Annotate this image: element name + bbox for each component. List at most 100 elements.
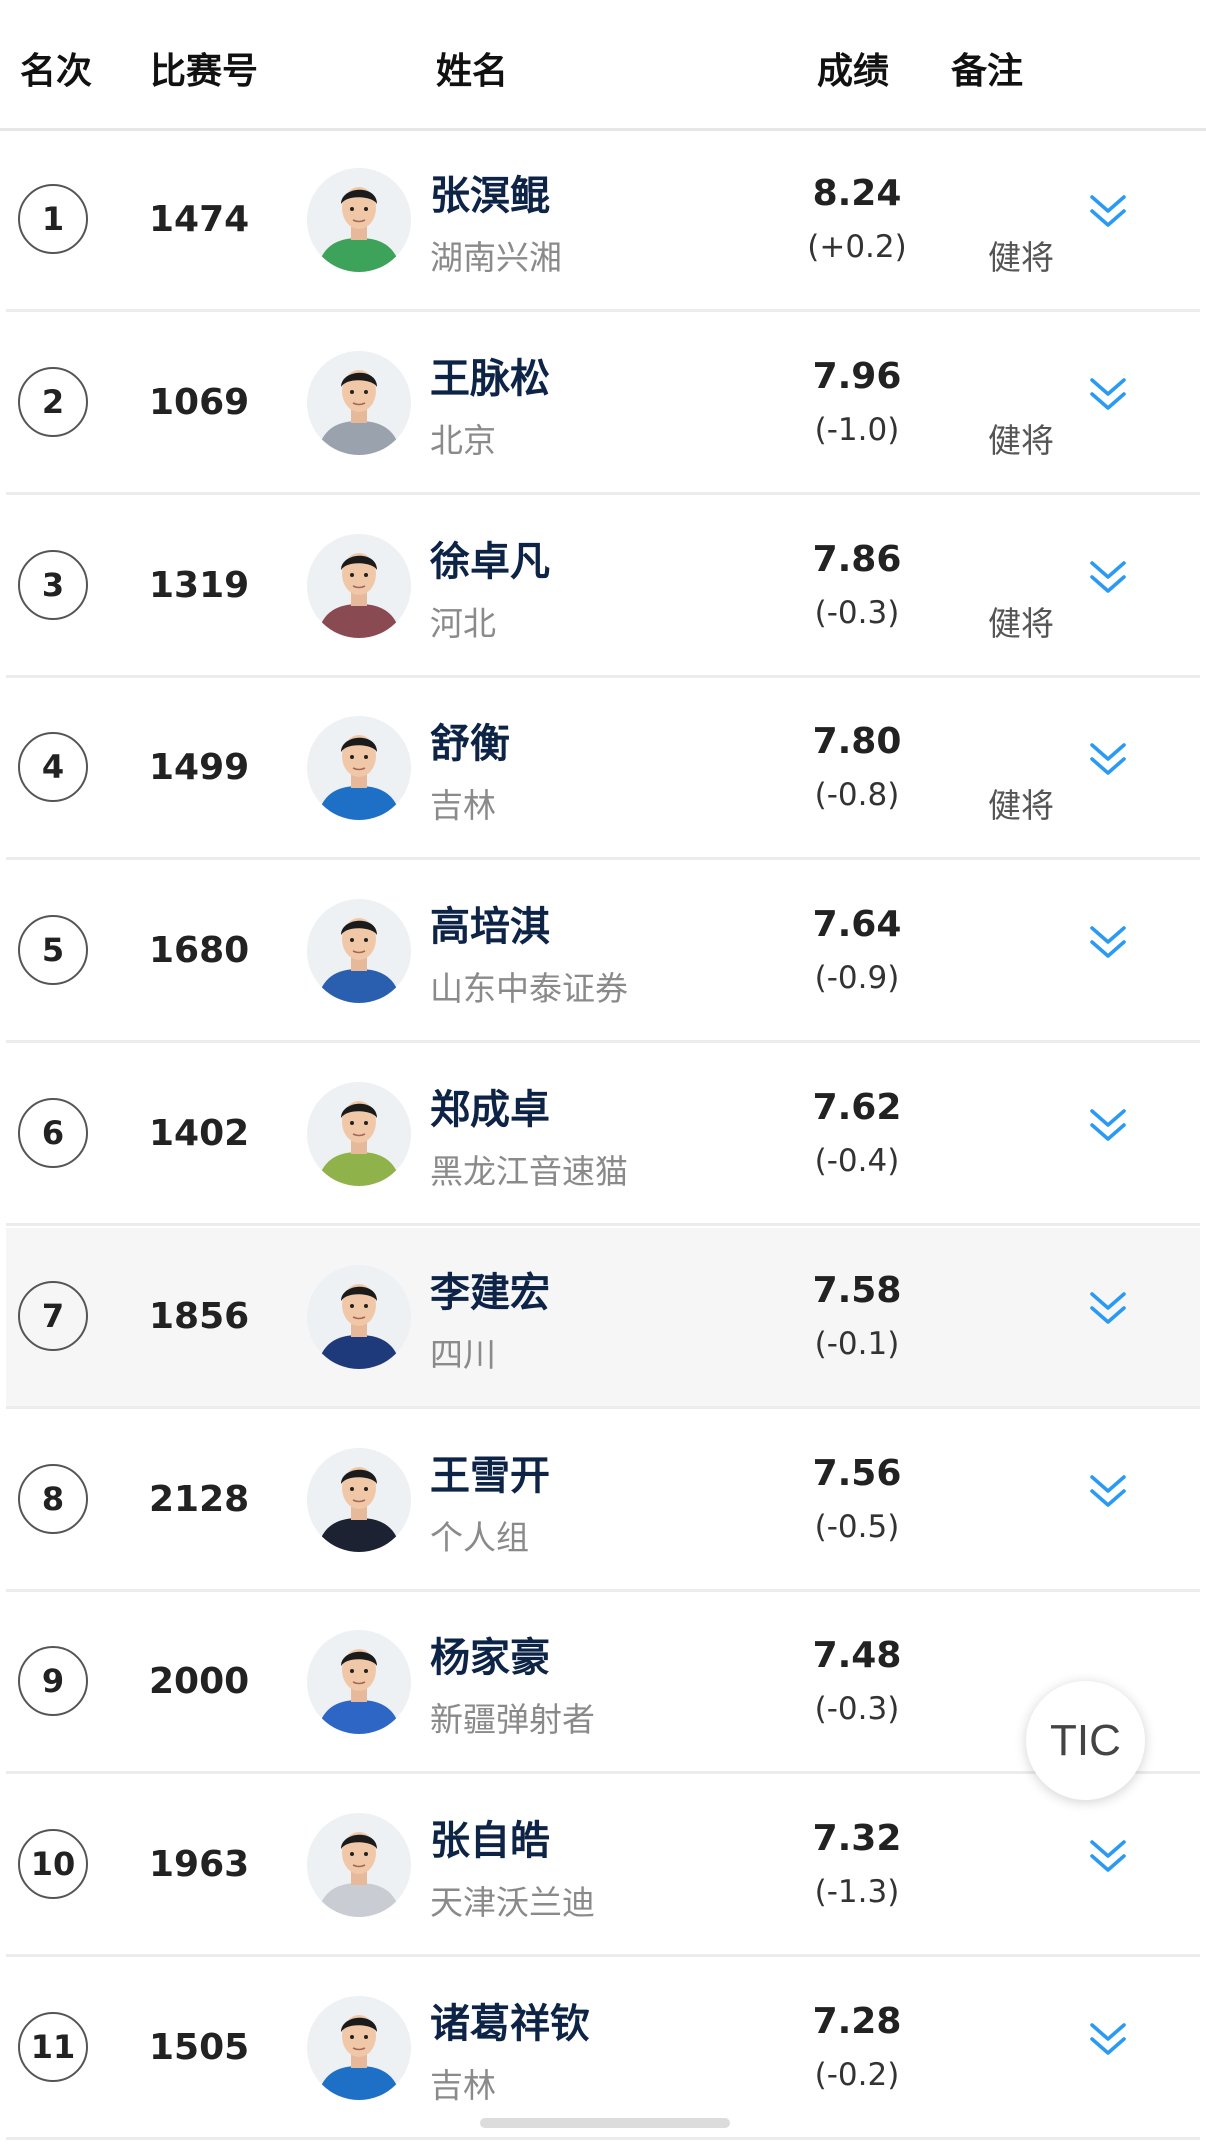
tic-floating-button[interactable]: TIC xyxy=(1026,1681,1145,1800)
table-row[interactable]: 5 1680 高培淇山东中泰证券 7.64 (-0.9) xyxy=(6,862,1200,1043)
expand-chevron-icon[interactable] xyxy=(1087,374,1129,416)
athlete-avatar xyxy=(307,899,411,1003)
athlete-name[interactable]: 郑成卓 xyxy=(430,1077,550,1135)
expand-chevron-icon[interactable] xyxy=(1087,1471,1129,1513)
athlete-team: 天津沃兰迪 xyxy=(430,1883,595,1922)
bib-number: 2128 xyxy=(149,1479,250,1520)
table-row[interactable]: 6 1402 郑成卓 黑龙江音速猫 7.62 (-0.4) xyxy=(6,1045,1200,1226)
athlete-team: 北京 xyxy=(430,421,496,460)
result-value: 8.24 xyxy=(812,173,902,214)
athlete-avatar xyxy=(307,168,411,272)
result-value: 7.48 xyxy=(812,1635,902,1676)
wind-reading: (-0.9) xyxy=(814,960,900,996)
bib-number: 1474 xyxy=(149,199,250,240)
header-rank: 名次 xyxy=(20,51,93,92)
expand-chevron-icon[interactable] xyxy=(1087,191,1129,233)
header-name: 姓名 xyxy=(436,51,509,92)
table-row[interactable]: 8 2128 王雪开个人组 7.56 (-0.5) xyxy=(6,1411,1200,1592)
rank-badge: 5 xyxy=(18,915,88,985)
table-row[interactable]: 2 1069 王脉松北京 7.96 (-1.0) 健将 xyxy=(6,314,1200,495)
athlete-avatar xyxy=(307,1448,411,1552)
athlete-avatar xyxy=(307,351,411,455)
athlete-avatar xyxy=(307,716,411,820)
rank-badge: 4 xyxy=(18,732,88,802)
bib-number: 1069 xyxy=(149,382,250,423)
athlete-team: 个人组 xyxy=(430,1518,529,1557)
athlete-team: 河北 xyxy=(430,604,496,643)
header-result: 成绩 xyxy=(817,51,890,92)
expand-chevron-icon[interactable] xyxy=(1087,739,1129,781)
result-value: 7.80 xyxy=(812,721,902,762)
wind-reading: (-0.2) xyxy=(814,2057,900,2093)
remark-label: 健将 xyxy=(988,786,1054,825)
wind-reading: (+0.2) xyxy=(807,229,907,265)
result-value: 7.62 xyxy=(812,1087,902,1128)
result-value: 7.56 xyxy=(812,1453,902,1494)
table-header: 名次 比赛号 姓名 成绩 备注 xyxy=(0,0,1206,131)
wind-reading: (-0.8) xyxy=(814,777,900,813)
home-indicator xyxy=(480,2118,730,2128)
expand-chevron-icon[interactable] xyxy=(1087,1288,1129,1330)
athlete-name[interactable]: 王脉松 xyxy=(430,346,550,404)
table-row[interactable]: 1 1474 张溟鲲湖南兴湘 8.24 (+0.2) 健将 xyxy=(6,131,1200,312)
athlete-team: 湖南兴湘 xyxy=(430,238,562,277)
athlete-name[interactable]: 张自皓 xyxy=(430,1808,550,1866)
expand-chevron-icon[interactable] xyxy=(1087,2019,1129,2061)
header-bib: 比赛号 xyxy=(150,51,259,92)
table-row[interactable]: 7 1856 李建宏四川 7.58 (-0.1) xyxy=(6,1228,1200,1409)
result-value: 7.64 xyxy=(812,904,902,945)
athlete-team: 山东中泰证券 xyxy=(430,969,628,1008)
athlete-team: 吉林 xyxy=(430,2066,496,2105)
rank-badge: 6 xyxy=(18,1098,88,1168)
bib-number: 1856 xyxy=(149,1296,250,1337)
athlete-avatar xyxy=(307,1630,411,1734)
result-value: 7.28 xyxy=(812,2001,902,2042)
athlete-avatar xyxy=(307,1996,411,2100)
wind-reading: (-1.0) xyxy=(814,412,900,448)
rank-badge: 7 xyxy=(18,1281,88,1351)
table-row[interactable]: 9 2000 杨家豪新疆弹射者 7.48 (-0.3) xyxy=(6,1593,1200,1774)
remark-label: 健将 xyxy=(988,238,1054,277)
bib-number: 1505 xyxy=(149,2027,250,2068)
bib-number: 1319 xyxy=(149,565,250,606)
athlete-team: 四川 xyxy=(430,1335,496,1374)
rank-badge: 2 xyxy=(18,367,88,437)
table-row[interactable]: 4 1499 舒衡 吉林 7.80 (-0.8) 健将 xyxy=(6,679,1200,860)
athlete-name[interactable]: 徐卓凡 xyxy=(430,529,550,587)
result-value: 7.86 xyxy=(812,539,902,580)
expand-chevron-icon[interactable] xyxy=(1087,1836,1129,1878)
table-row[interactable]: 3 1319 徐卓凡 河北 7.86 (-0.3) 健将 xyxy=(6,497,1200,678)
athlete-avatar xyxy=(307,1265,411,1369)
athlete-name[interactable]: 王雪开 xyxy=(430,1443,550,1501)
athlete-name[interactable]: 杨家豪 xyxy=(430,1625,550,1683)
table-row[interactable]: 11 1505 诸葛祥钦 吉林 7.28 (-0.2) xyxy=(6,1959,1200,2140)
wind-reading: (-1.3) xyxy=(814,1874,900,1910)
bib-number: 1963 xyxy=(149,1844,250,1885)
bib-number: 2000 xyxy=(149,1661,250,1702)
athlete-name[interactable]: 张溟鲲 xyxy=(430,163,550,221)
athlete-name[interactable]: 李建宏 xyxy=(430,1260,550,1318)
expand-chevron-icon[interactable] xyxy=(1087,922,1129,964)
athlete-name[interactable]: 舒衡 xyxy=(430,711,510,769)
expand-chevron-icon[interactable] xyxy=(1087,557,1129,599)
header-remark: 备注 xyxy=(951,51,1024,92)
wind-reading: (-0.4) xyxy=(814,1143,900,1179)
result-value: 7.58 xyxy=(812,1270,902,1311)
rank-badge: 1 xyxy=(18,184,88,254)
result-value: 7.96 xyxy=(812,356,902,397)
athlete-name[interactable]: 高培淇 xyxy=(430,894,550,952)
expand-chevron-icon[interactable] xyxy=(1087,1105,1129,1147)
wind-reading: (-0.5) xyxy=(814,1509,900,1545)
athlete-team: 黑龙江音速猫 xyxy=(430,1152,628,1191)
table-row[interactable]: 10 1963 张自皓 天津沃兰迪 7.32 (-1.3) xyxy=(6,1776,1200,1957)
athlete-name[interactable]: 诸葛祥钦 xyxy=(430,1991,590,2049)
result-value: 7.32 xyxy=(812,1818,902,1859)
bib-number: 1499 xyxy=(149,747,250,788)
wind-reading: (-0.3) xyxy=(814,1691,900,1727)
rank-badge: 8 xyxy=(18,1464,88,1534)
remark-label: 健将 xyxy=(988,421,1054,460)
wind-reading: (-0.1) xyxy=(814,1326,900,1362)
rank-badge: 9 xyxy=(18,1646,88,1716)
athlete-team: 新疆弹射者 xyxy=(430,1700,595,1739)
bib-number: 1680 xyxy=(149,930,250,971)
